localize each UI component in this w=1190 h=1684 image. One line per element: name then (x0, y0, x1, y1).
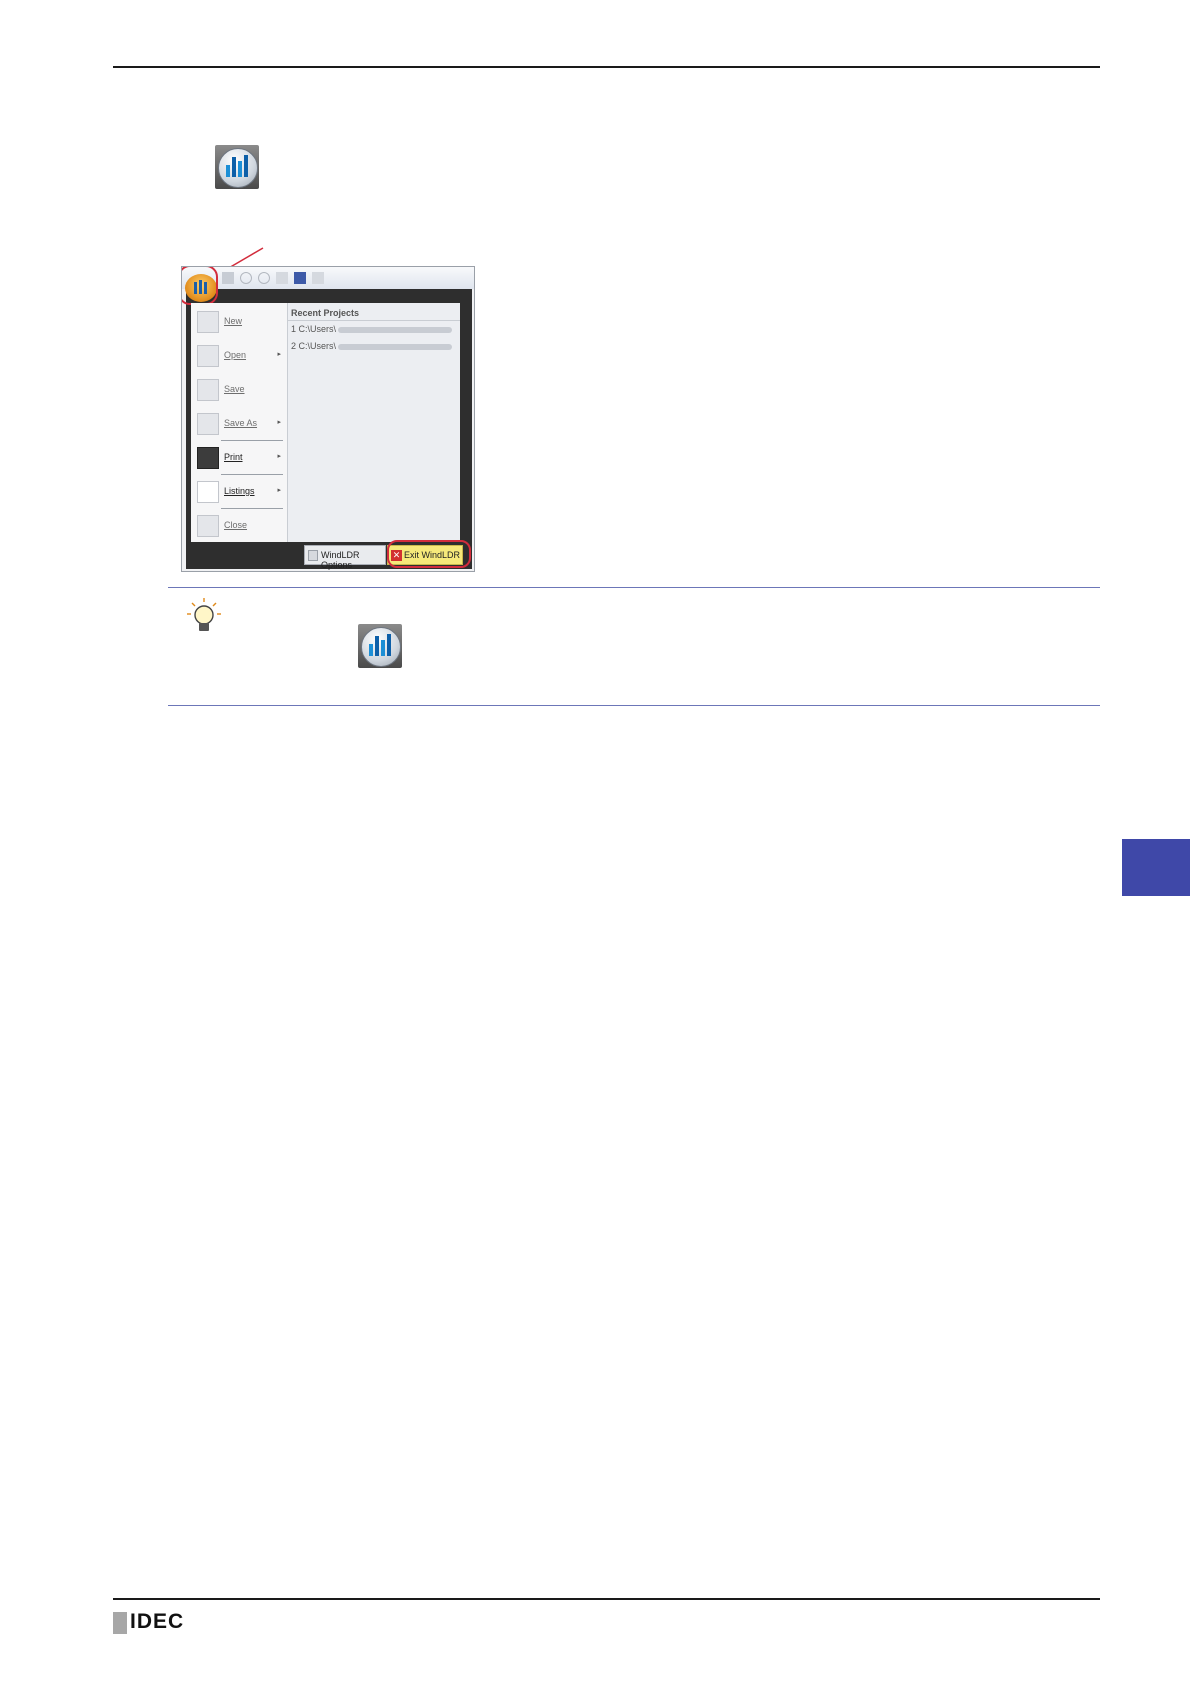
quick-access-toolbar (182, 267, 474, 289)
windldr-menu-screenshot: New Open ▸ Save Save As ▸ Print ▸ Listin… (181, 266, 475, 572)
header-rule (113, 66, 1100, 68)
tip-bottom-rule (168, 705, 1100, 706)
menu-item-label: Save (224, 384, 245, 394)
menu-item-label: New (224, 316, 243, 326)
blurred-path (338, 344, 452, 350)
listings-icon (197, 481, 219, 503)
menu-item-label: Print (224, 452, 243, 462)
application-menu: New Open ▸ Save Save As ▸ Print ▸ Listin… (191, 303, 288, 542)
menu-item-label: Open (224, 350, 247, 360)
recent-project-item[interactable]: 2 C:\Users\ (291, 341, 336, 351)
open-folder-icon (197, 345, 219, 367)
close-folder-icon (197, 515, 219, 537)
windldr-application-icon (215, 145, 259, 189)
logo-mark (113, 1612, 127, 1634)
menu-item-listings[interactable]: Listings ▸ (191, 475, 287, 509)
lightbulb-tip-icon (187, 598, 221, 631)
footer-rule (113, 1598, 1100, 1600)
highlight-ring (387, 540, 471, 568)
menu-item-new[interactable]: New (191, 305, 287, 339)
new-file-icon (197, 311, 219, 333)
recent-projects-panel: Recent Projects 1 C:\Users\ 2 C:\Users\ (288, 303, 460, 542)
undo-icon[interactable] (240, 272, 252, 284)
menu-item-open[interactable]: Open ▸ (191, 339, 287, 373)
menu-item-label: Listings (224, 486, 255, 496)
chevron-right-icon: ▸ (277, 453, 281, 460)
save-icon[interactable] (222, 272, 234, 284)
monitor-icon[interactable] (294, 272, 306, 284)
chevron-right-icon: ▸ (277, 351, 281, 358)
options-icon (308, 550, 318, 561)
redo-icon[interactable] (258, 272, 270, 284)
idec-logo: IDEC (130, 1610, 185, 1633)
highlight-ring (182, 267, 218, 305)
save-icon (197, 379, 219, 401)
toolbar-icon[interactable] (312, 272, 324, 284)
menu-item-print[interactable]: Print ▸ (191, 441, 287, 475)
menu-item-close[interactable]: Close (191, 509, 287, 543)
windldr-options-button[interactable]: WindLDR Options (304, 545, 386, 570)
divider (288, 320, 460, 321)
save-as-icon (197, 413, 219, 435)
chapter-tab (1122, 839, 1190, 896)
recent-projects-header: Recent Projects (291, 308, 360, 318)
menu-item-save-as[interactable]: Save As ▸ (191, 407, 287, 441)
chevron-right-icon: ▸ (277, 487, 281, 494)
recent-project-item[interactable]: 1 C:\Users\ (291, 324, 336, 334)
toolbar-icon[interactable] (276, 272, 288, 284)
tip-top-rule (168, 587, 1100, 588)
blurred-path (338, 327, 452, 333)
menu-item-save[interactable]: Save (191, 373, 287, 407)
menu-item-label: Save As (224, 418, 258, 428)
printer-icon (197, 447, 219, 469)
menu-item-label: Close (224, 520, 248, 530)
chevron-right-icon: ▸ (277, 419, 281, 426)
windldr-options-label: WindLDR Options (321, 550, 360, 570)
windldr-application-icon (358, 624, 402, 668)
